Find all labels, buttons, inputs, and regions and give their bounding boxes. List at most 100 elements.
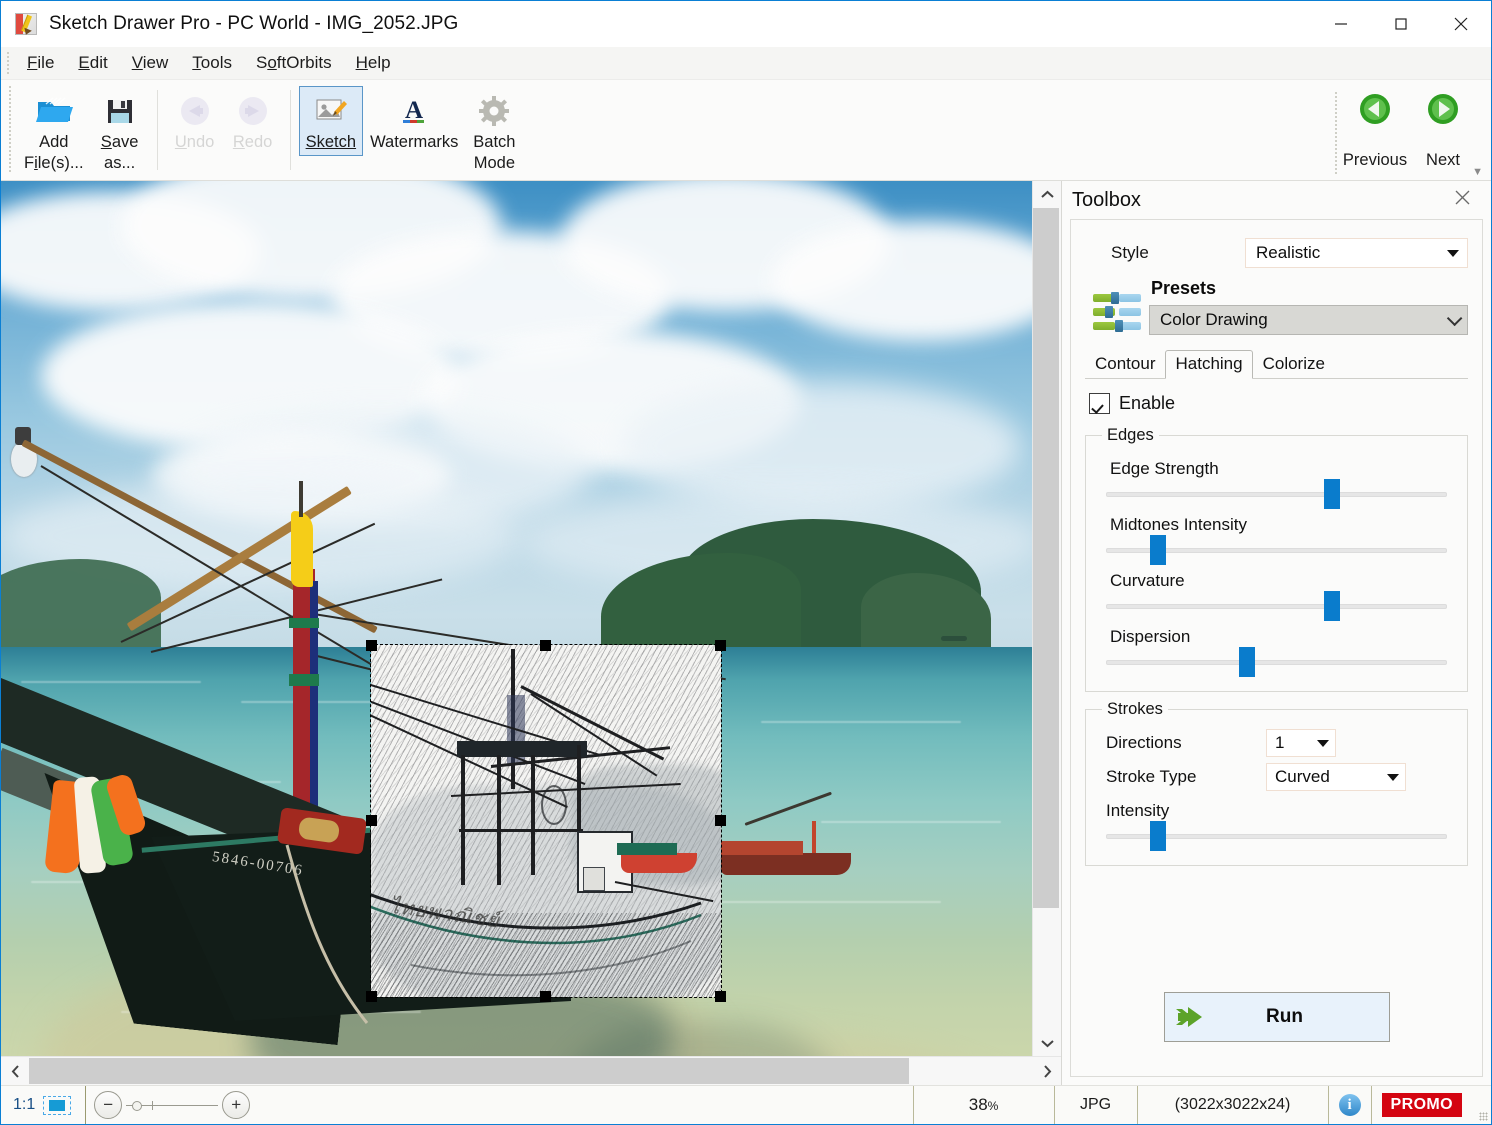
scroll-left-button[interactable] bbox=[1, 1058, 29, 1084]
distant-islet bbox=[941, 636, 967, 641]
stroke-type-value: Curved bbox=[1275, 767, 1330, 787]
toolbox-close-icon[interactable] bbox=[1448, 187, 1477, 213]
scroll-up-button[interactable] bbox=[1033, 181, 1061, 207]
sketch-label: Sketch bbox=[306, 132, 356, 153]
scroll-right-button[interactable] bbox=[1033, 1058, 1061, 1084]
minimize-button[interactable] bbox=[1311, 1, 1371, 47]
zoom-out-button[interactable]: − bbox=[94, 1091, 122, 1119]
image-canvas[interactable]: 5846-00706 bbox=[1, 181, 1032, 1056]
selection-handle-s[interactable] bbox=[540, 991, 551, 1002]
undo-button[interactable]: Undo bbox=[166, 86, 224, 156]
image-dimensions-label: (3022x3022x24) bbox=[1138, 1086, 1329, 1124]
zoom-in-button[interactable]: + bbox=[222, 1091, 250, 1119]
toolbar-separator-1 bbox=[157, 90, 158, 170]
midtones-intensity-slider[interactable] bbox=[1106, 539, 1447, 561]
toolbox-header: Toolbox bbox=[1062, 181, 1491, 219]
menu-item-edit[interactable]: Edit bbox=[66, 50, 119, 76]
redo-label: Redo bbox=[233, 132, 272, 153]
chevron-down-icon bbox=[1447, 310, 1463, 326]
nav-gripper[interactable] bbox=[1333, 92, 1339, 174]
maximize-button[interactable] bbox=[1371, 1, 1431, 47]
intensity-slider[interactable] bbox=[1106, 825, 1447, 847]
dispersion-slider[interactable] bbox=[1106, 651, 1447, 673]
add-files-button[interactable]: AddFile(s)... bbox=[17, 86, 91, 177]
menu-label-tools: ools bbox=[201, 53, 232, 72]
previous-button[interactable]: Previous bbox=[1341, 86, 1409, 170]
canvas-vertical-scrollbar[interactable] bbox=[1032, 181, 1061, 1056]
selection-handle-n[interactable] bbox=[540, 640, 551, 651]
redo-button[interactable]: Redo bbox=[224, 86, 282, 156]
slider-thumb[interactable] bbox=[1150, 535, 1166, 565]
promo-button[interactable]: PROMO bbox=[1372, 1086, 1472, 1124]
slider-thumb[interactable] bbox=[1150, 821, 1166, 851]
sketch-preview-selection[interactable]: ไทยพาณิชย์ bbox=[371, 645, 721, 997]
zoom-slider-thumb[interactable] bbox=[132, 1101, 142, 1111]
selection-handle-sw[interactable] bbox=[366, 991, 377, 1002]
stroke-type-label: Stroke Type bbox=[1106, 767, 1266, 787]
tab-contour[interactable]: Contour bbox=[1085, 350, 1165, 378]
menu-label-view: iew bbox=[143, 53, 169, 72]
vertical-scroll-thumb[interactable] bbox=[1033, 208, 1059, 908]
application-window: Sketch Drawer Pro - PC World - IMG_2052.… bbox=[0, 0, 1492, 1125]
canvas-horizontal-scrollbar[interactable] bbox=[1, 1056, 1061, 1085]
toolbar-gripper[interactable] bbox=[7, 86, 13, 174]
menu-gripper[interactable] bbox=[5, 52, 11, 74]
presets-title: Presets bbox=[1151, 278, 1468, 299]
batch-mode-button[interactable]: BatchMode bbox=[465, 86, 523, 177]
menu-item-file[interactable]: File bbox=[15, 50, 66, 76]
ribbon-expand-icon[interactable]: ▼ bbox=[1472, 166, 1483, 178]
tab-colorize[interactable]: Colorize bbox=[1253, 350, 1335, 378]
horizontal-scroll-track[interactable] bbox=[29, 1057, 1033, 1085]
directions-dropdown[interactable]: 1 bbox=[1266, 729, 1336, 757]
main-body: 5846-00706 bbox=[1, 181, 1491, 1085]
resize-grip[interactable] bbox=[1472, 1086, 1491, 1124]
next-button[interactable]: Next bbox=[1409, 86, 1477, 170]
zoom-slider-track[interactable] bbox=[126, 1105, 218, 1106]
horizontal-scroll-thumb[interactable] bbox=[29, 1058, 909, 1084]
presets-dropdown[interactable]: Color Drawing bbox=[1149, 305, 1468, 335]
scroll-down-button[interactable] bbox=[1033, 1030, 1061, 1056]
run-button[interactable]: Run bbox=[1164, 992, 1390, 1042]
slider-thumb[interactable] bbox=[1239, 647, 1255, 677]
menu-item-softorbits[interactable]: SoftOrbits bbox=[244, 50, 344, 76]
menu-item-help[interactable]: Help bbox=[344, 50, 403, 76]
dispersion-label: Dispersion bbox=[1110, 627, 1451, 647]
slider-thumb[interactable] bbox=[1324, 591, 1340, 621]
sketch-button[interactable]: Sketch bbox=[299, 86, 363, 156]
tab-hatching[interactable]: Hatching bbox=[1165, 350, 1252, 379]
letter-a-icon: A bbox=[397, 91, 431, 131]
svg-text:A: A bbox=[405, 97, 423, 124]
menu-bar: File Edit View Tools SoftOrbits Help bbox=[1, 47, 1491, 80]
selection-handle-ne[interactable] bbox=[715, 640, 726, 651]
edge-strength-slider[interactable] bbox=[1106, 483, 1447, 505]
undo-label: Undo bbox=[175, 132, 214, 153]
slider-thumb[interactable] bbox=[1324, 479, 1340, 509]
enable-label: Enable bbox=[1119, 393, 1175, 414]
watermarks-button[interactable]: A Watermarks bbox=[363, 86, 465, 156]
menu-item-tools[interactable]: Tools bbox=[180, 50, 244, 76]
selection-handle-se[interactable] bbox=[715, 991, 726, 1002]
canvas-row: 5846-00706 bbox=[1, 181, 1061, 1056]
fit-to-window-button[interactable] bbox=[43, 1086, 86, 1124]
close-button[interactable] bbox=[1431, 1, 1491, 47]
window-title: Sketch Drawer Pro - PC World - IMG_2052.… bbox=[49, 13, 458, 35]
info-icon: i bbox=[1339, 1094, 1361, 1116]
save-as-label: Saveas... bbox=[101, 132, 139, 174]
vertical-scroll-track[interactable] bbox=[1033, 207, 1061, 1030]
presets-value: Color Drawing bbox=[1160, 310, 1268, 330]
menu-item-view[interactable]: View bbox=[120, 50, 181, 76]
toolbar-group-navigation: Previous Next bbox=[1331, 80, 1477, 186]
info-button[interactable]: i bbox=[1329, 1086, 1372, 1124]
toolbar-separator-2 bbox=[290, 90, 291, 170]
save-as-button[interactable]: Saveas... bbox=[91, 86, 149, 177]
selection-handle-e[interactable] bbox=[715, 815, 726, 826]
selection-handle-w[interactable] bbox=[366, 815, 377, 826]
enable-checkbox[interactable] bbox=[1089, 393, 1110, 414]
zoom-widget: − + bbox=[86, 1091, 250, 1119]
curvature-slider[interactable] bbox=[1106, 595, 1447, 617]
menu-label-help: elp bbox=[368, 53, 391, 72]
stroke-type-dropdown[interactable]: Curved bbox=[1266, 763, 1406, 791]
selection-handle-nw[interactable] bbox=[366, 640, 377, 651]
enable-row[interactable]: Enable bbox=[1089, 393, 1468, 414]
style-dropdown[interactable]: Realistic bbox=[1245, 238, 1468, 268]
